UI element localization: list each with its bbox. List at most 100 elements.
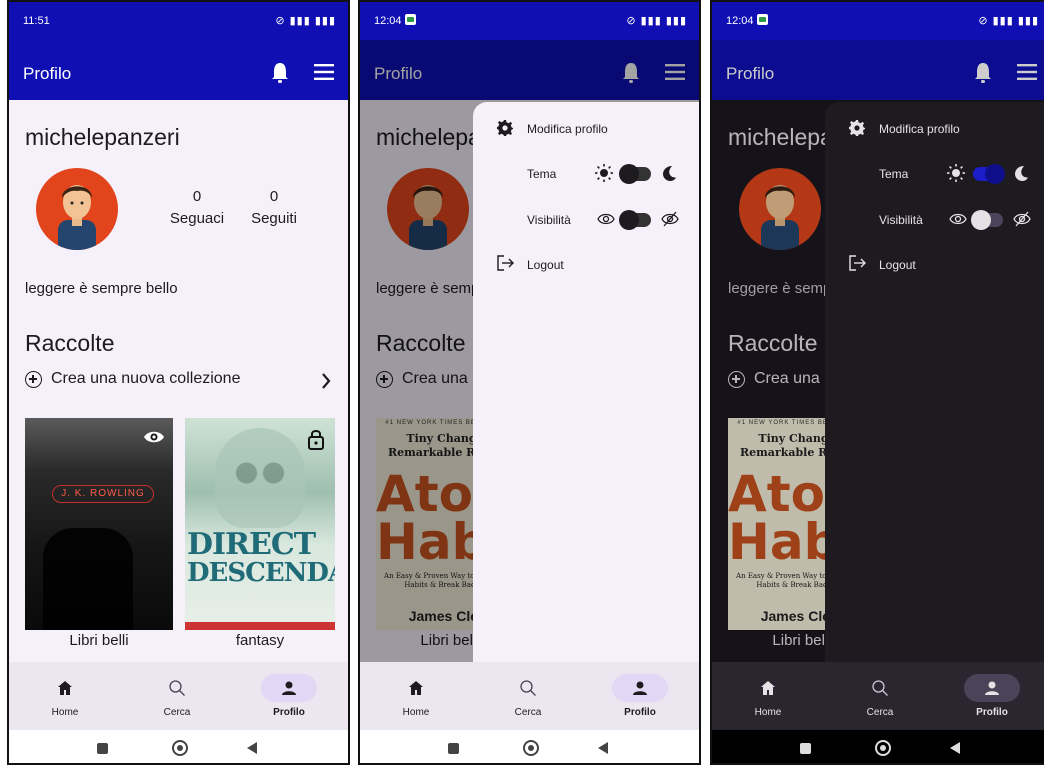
followers-count: 0 [192,188,202,205]
visibility-item: Visibilità [497,208,697,234]
home-icon [58,681,72,695]
page-title: Profilo [23,64,72,83]
chevron-right-icon [322,373,331,389]
visibility-label: Visibilità [879,213,923,227]
theme-toggle[interactable] [619,164,651,184]
edit-profile-item[interactable]: Modifica profilo [849,118,1044,144]
app-bar: Profilo [9,40,348,100]
nav-search-label: Cerca [163,707,191,718]
nav-search-label: Cerca [514,707,542,718]
lock-icon [308,430,324,450]
status-time: 11:51 [23,15,50,27]
screen-profile-drawer-dark: 12:04 ⊘ ▮▮▮ ▮▮▮ Profilo michelepanzeri l… [710,0,1044,765]
theme-label: Tema [527,167,557,181]
settings-drawer: Modifica profilo Tema Visibilità Logout [473,102,699,662]
person-icon [985,681,999,695]
visibility-item: Visibilità [849,208,1044,234]
visibility-label: Visibilità [527,213,571,227]
following-stat[interactable]: 0 Seguiti [244,188,304,227]
menu-icon[interactable] [314,64,334,80]
status-bar: 12:04 ⊘ ▮▮▮ ▮▮▮ [712,2,1044,40]
sun-icon [947,164,965,182]
eye-icon [949,213,967,225]
nav-search[interactable]: Cerca [472,662,584,730]
edit-profile-label: Modifica profilo [879,122,960,136]
status-icons: ⊘ ▮▮▮ ▮▮▮ [275,15,336,27]
collections-title: Raccolte [25,330,115,356]
nav-profile-label: Profilo [624,707,656,718]
nav-profile[interactable]: Profilo [233,662,345,730]
back-button[interactable] [950,742,960,754]
followers-label: Seguaci [169,210,225,227]
status-bar: 11:51 ⊘ ▮▮▮ ▮▮▮ [9,2,348,40]
logout-label: Logout [527,258,564,272]
logout-label: Logout [879,258,916,272]
bottom-nav: Home Cerca Profilo [712,662,1044,730]
toggle-knob [971,210,991,230]
toggle-knob [985,164,1005,184]
edit-profile-item[interactable]: Modifica profilo [497,118,697,144]
notification-icon [405,14,416,25]
logout-icon [497,255,514,271]
collection-caption-2: fantasy [235,632,285,649]
eye-icon [597,213,615,225]
moon-icon [663,166,676,181]
avatar-person-icon [58,185,96,250]
bottom-nav: Home Cerca Profilo [9,662,348,730]
collection-cover-1[interactable]: J. K. ROWLING [25,418,173,630]
home-button[interactable] [523,740,539,756]
nav-home-label: Home [754,707,782,718]
following-label: Seguiti [251,210,297,227]
logout-item[interactable]: Logout [497,254,697,280]
search-icon [520,680,536,696]
edit-profile-label: Modifica profilo [527,122,608,136]
nav-profile[interactable]: Profilo [936,662,1044,730]
logout-item[interactable]: Logout [849,254,1044,280]
home-icon [761,681,775,695]
bell-icon[interactable] [270,61,290,85]
theme-toggle[interactable] [973,164,1005,184]
status-bar: 12:04 ⊘ ▮▮▮ ▮▮▮ [360,2,699,40]
home-button[interactable] [172,740,188,756]
search-icon [872,680,888,696]
plus-circle-icon [25,371,42,388]
theme-label: Tema [879,167,909,181]
nav-search[interactable]: Cerca [824,662,936,730]
nav-home[interactable]: Home [712,662,824,730]
back-button[interactable] [598,742,608,754]
eye-off-icon [661,211,679,227]
system-nav-bar [712,730,1044,763]
nav-search[interactable]: Cerca [121,662,233,730]
nav-home[interactable]: Home [360,662,472,730]
eye-icon [144,431,164,443]
followers-stat[interactable]: 0 Seguaci [167,188,227,227]
visibility-toggle[interactable] [971,210,1003,230]
person-icon [633,681,647,695]
collection-cover-2[interactable]: DIRECT DESCENDANT [185,418,335,630]
theme-item: Tema [849,162,1044,188]
toggle-knob [619,210,639,230]
gear-icon [497,120,513,136]
logout-icon [849,255,866,271]
new-collection-button[interactable]: Crea una nuova collezione [25,370,331,394]
recents-button[interactable] [800,743,811,754]
nav-search-label: Cerca [866,707,894,718]
notification-icon [757,14,768,25]
bottom-nav: Home Cerca Profilo [360,662,699,730]
nav-profile[interactable]: Profilo [584,662,696,730]
visibility-toggle[interactable] [619,210,651,230]
cover-illustration [43,528,133,630]
home-button[interactable] [875,740,891,756]
collection-caption-1: Libri belli [69,632,129,649]
recents-button[interactable] [448,743,459,754]
cover-title-1: DIRECT [187,527,316,562]
following-count: 0 [269,188,279,205]
avatar[interactable] [36,168,118,250]
nav-profile-label: Profilo [273,707,305,718]
nav-home[interactable]: Home [9,662,121,730]
theme-item: Tema [497,162,697,188]
search-icon [169,680,185,696]
home-icon [409,681,423,695]
back-button[interactable] [247,742,257,754]
recents-button[interactable] [97,743,108,754]
